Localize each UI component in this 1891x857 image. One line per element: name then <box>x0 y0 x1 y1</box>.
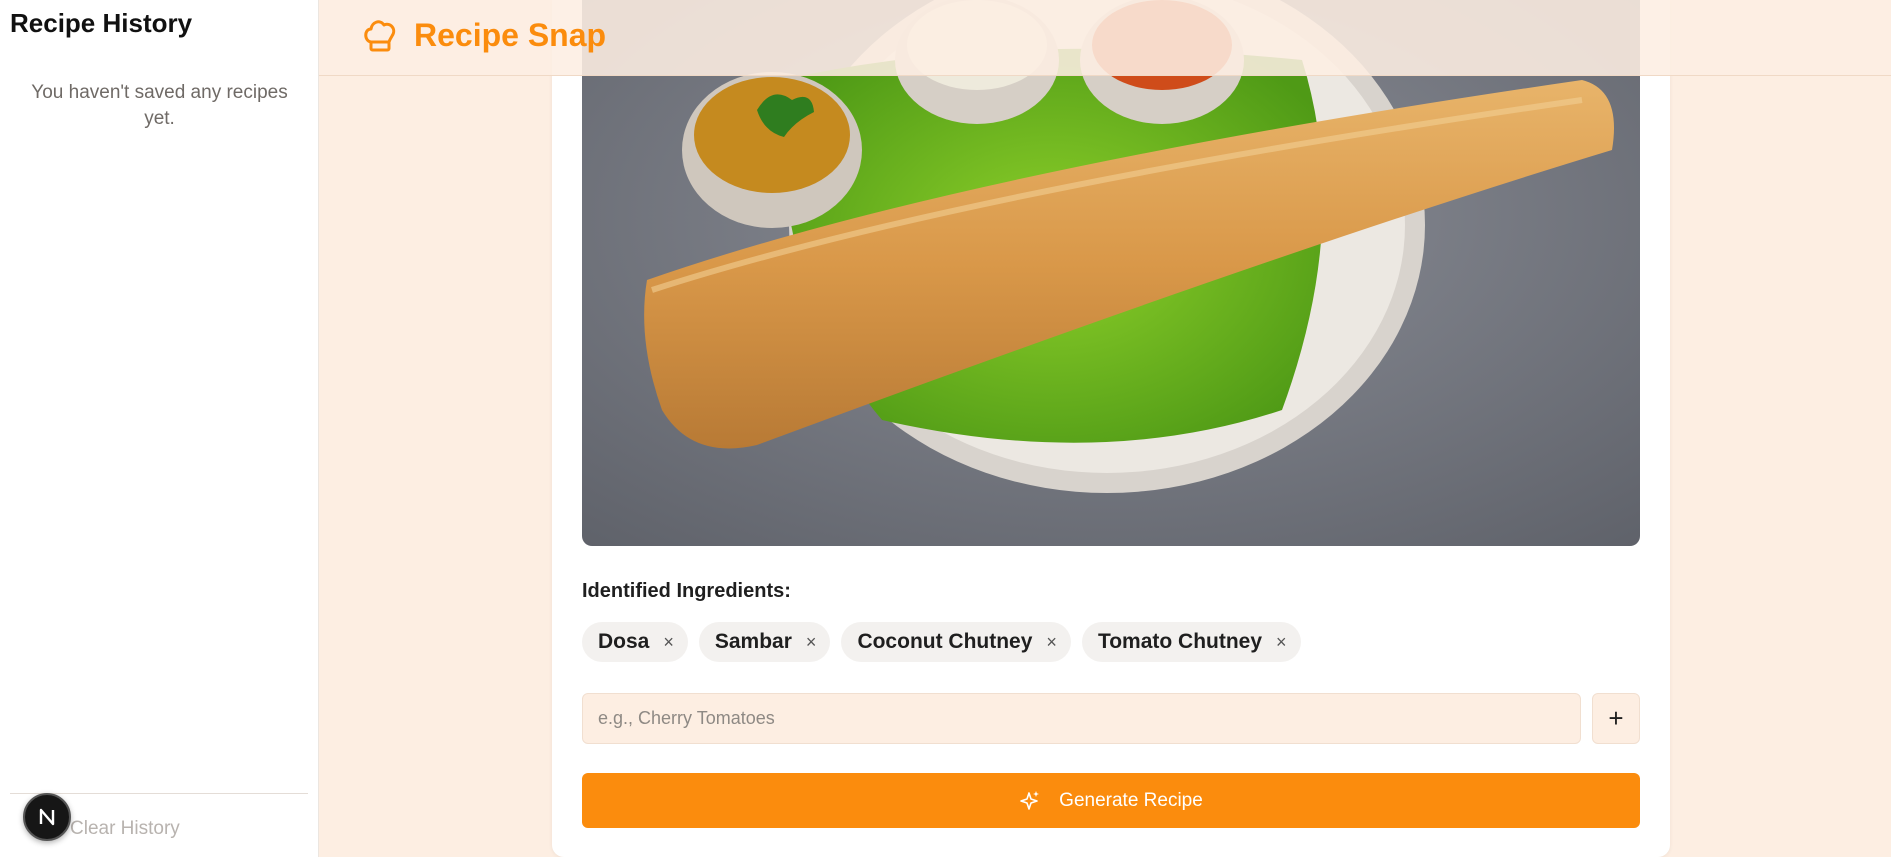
empty-history-message: You haven't saved any recipes yet. <box>31 82 288 129</box>
ingredient-chips: Dosa × Sambar × Coconut Chutney × Tomato… <box>582 622 1301 662</box>
ingredient-chip: Tomato Chutney × <box>1081 622 1301 662</box>
add-ingredient-input[interactable] <box>582 693 1581 744</box>
clear-history-button[interactable]: Clear History <box>70 818 180 840</box>
ingredient-label: Dosa <box>598 630 650 653</box>
sidebar: Recipe History You haven't saved any rec… <box>0 0 319 857</box>
ingredient-chip: Sambar × <box>698 622 831 662</box>
ingredient-chip: Dosa × <box>582 622 688 662</box>
ingredients-title: Identified Ingredients: <box>582 580 791 602</box>
nextjs-devtools-button[interactable] <box>23 793 71 841</box>
nextjs-logo-icon <box>39 808 55 826</box>
remove-ingredient-icon[interactable]: × <box>1046 632 1057 653</box>
generate-recipe-label: Generate Recipe <box>1059 789 1203 811</box>
ingredient-chip: Coconut Chutney × <box>841 622 1071 662</box>
remove-ingredient-icon[interactable]: × <box>806 632 817 653</box>
app-header: Recipe Snap <box>319 0 1891 76</box>
sparkles-icon <box>1020 790 1040 810</box>
ingredient-label: Tomato Chutney <box>1097 630 1263 653</box>
generate-recipe-button[interactable]: Generate Recipe <box>582 773 1640 828</box>
chef-hat-icon <box>364 20 396 52</box>
add-ingredient-button[interactable]: + <box>1592 693 1640 744</box>
app-name[interactable]: Recipe Snap <box>414 17 606 54</box>
plus-icon: + <box>1608 703 1624 733</box>
ingredient-label: Coconut Chutney <box>857 630 1033 653</box>
remove-ingredient-icon[interactable]: × <box>663 632 674 653</box>
sidebar-title: Recipe History <box>10 8 193 38</box>
uploaded-food-photo <box>582 0 1640 546</box>
remove-ingredient-icon[interactable]: × <box>1276 632 1287 653</box>
ingredient-label: Sambar <box>714 630 792 653</box>
